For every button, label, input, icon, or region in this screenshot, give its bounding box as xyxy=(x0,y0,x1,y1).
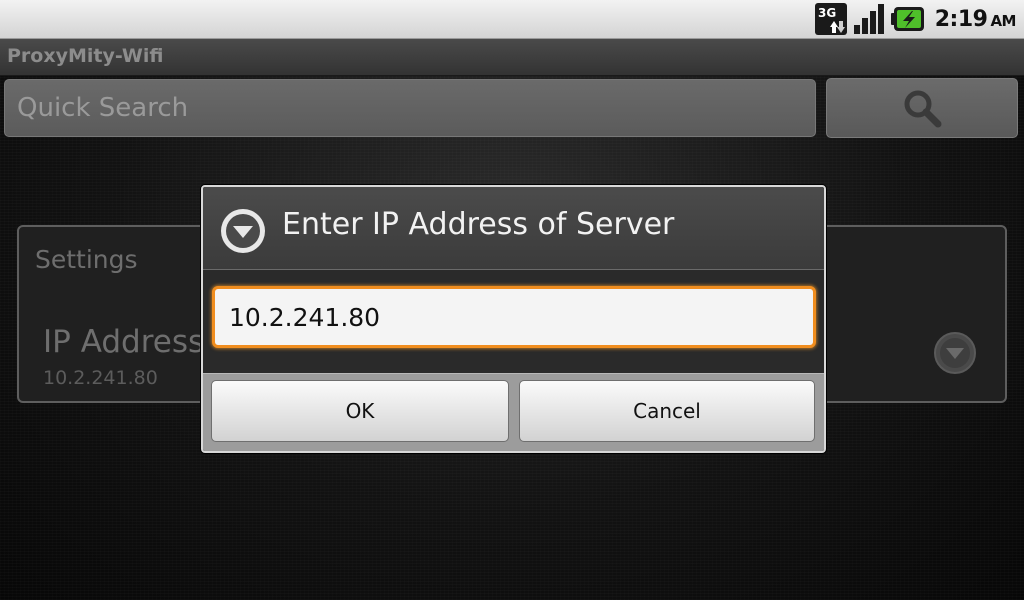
3g-data-icon: 3G xyxy=(814,3,847,35)
app-title-bar: ProxyMity-Wifi xyxy=(0,39,1024,76)
battery-charging-icon xyxy=(890,7,924,31)
dialog-header: Enter IP Address of Server xyxy=(203,187,824,270)
ip-address-input[interactable] xyxy=(212,286,816,348)
dropdown-circle-icon xyxy=(221,209,265,253)
dropdown-arrow-icon[interactable] xyxy=(933,331,977,375)
clock-time: 2:19 xyxy=(934,6,988,32)
status-icons: 3G 2:19 AM xyxy=(814,0,1017,38)
cancel-button[interactable]: Cancel xyxy=(519,380,815,442)
ok-button[interactable]: OK xyxy=(211,380,509,442)
signal-strength-icon xyxy=(853,4,884,34)
dialog-button-bar: OK Cancel xyxy=(203,373,824,451)
dialog-body xyxy=(203,270,824,373)
ip-address-dialog: Enter IP Address of Server OK Cancel xyxy=(201,185,826,453)
dialog-title: Enter IP Address of Server xyxy=(282,207,675,242)
svg-text:3G: 3G xyxy=(818,6,836,20)
clock-ampm: AM xyxy=(990,11,1016,30)
app-title: ProxyMity-Wifi xyxy=(7,45,164,67)
status-clock: 2:19 AM xyxy=(934,6,1017,32)
quick-search-input[interactable] xyxy=(4,79,816,137)
search-icon xyxy=(904,90,942,128)
search-button[interactable] xyxy=(826,78,1018,138)
status-bar: 3G 2:19 AM xyxy=(0,0,1024,39)
settings-heading: Settings xyxy=(35,245,138,274)
ip-address-preference-summary: 10.2.241.80 xyxy=(43,367,158,389)
